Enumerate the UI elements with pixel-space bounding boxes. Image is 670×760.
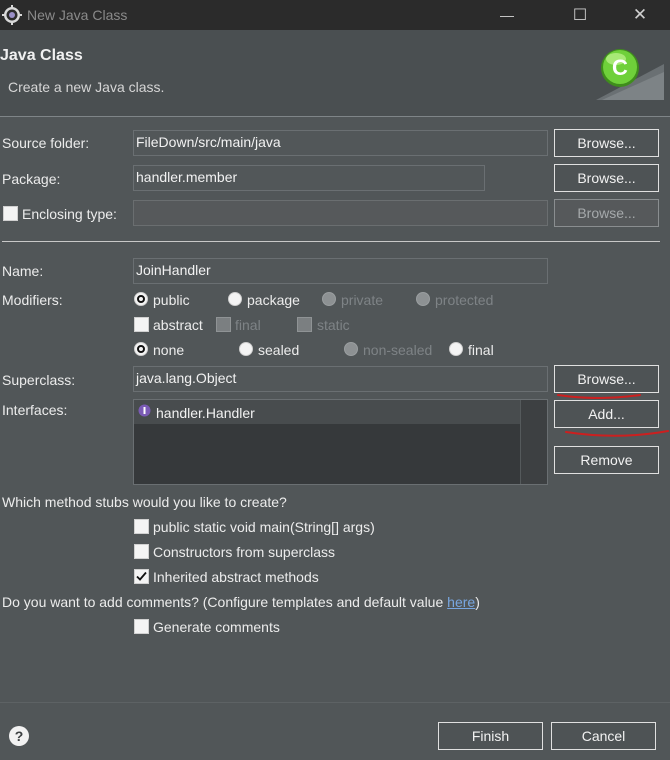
wizard-description: Create a new Java class. <box>8 79 165 95</box>
checkbox-static[interactable] <box>297 317 312 332</box>
interface-item-label: handler.Handler <box>156 405 255 421</box>
checkmark-icon <box>136 571 147 581</box>
checkbox-inherited-abstract[interactable] <box>134 569 149 584</box>
radio-none[interactable] <box>134 342 148 356</box>
checkbox-main-method[interactable] <box>134 519 149 534</box>
checkbox-abstract[interactable] <box>134 317 149 332</box>
logo-letter: C <box>612 55 628 80</box>
checkbox-inherited-abstract-label: Inherited abstract methods <box>153 569 319 585</box>
source-folder-input[interactable]: FileDown/src/main/java <box>133 130 548 156</box>
maximize-icon: ☐ <box>572 7 588 24</box>
checkbox-abstract-label: abstract <box>153 317 203 333</box>
package-label: Package: <box>2 171 61 187</box>
interfaces-label: Interfaces: <box>2 402 68 418</box>
source-folder-browse-button[interactable]: Browse... <box>554 129 659 157</box>
radio-sealed[interactable] <box>239 342 253 356</box>
method-stubs-question: Which method stubs would you like to cre… <box>2 494 287 510</box>
radio-package-label: package <box>247 292 300 308</box>
checkbox-constructors-label: Constructors from superclass <box>153 544 336 560</box>
superclass-label: Superclass: <box>2 372 76 388</box>
radio-public-label: public <box>153 292 190 308</box>
minimize-button[interactable]: — <box>484 0 530 30</box>
name-label: Name: <box>2 263 44 279</box>
package-input[interactable]: handler.member <box>133 165 485 191</box>
footer-separator <box>0 702 670 703</box>
eclipse-app-icon <box>2 5 22 25</box>
interface-icon <box>138 404 151 417</box>
checkbox-generate-comments-label: Generate comments <box>153 619 280 635</box>
comments-question: Do you want to add comments? (Configure … <box>2 594 480 610</box>
enclosing-type-browse-button[interactable]: Browse... <box>554 199 659 227</box>
enclosing-type-label: Enclosing type: <box>22 206 117 222</box>
source-folder-label: Source folder: <box>2 135 90 151</box>
close-button[interactable]: ✕ <box>617 0 663 30</box>
maximize-button[interactable]: ☐ <box>557 0 603 30</box>
radio-private-label: private <box>341 292 384 308</box>
finish-button[interactable]: Finish <box>438 722 543 750</box>
checkbox-constructors[interactable] <box>134 544 149 559</box>
java-class-logo-icon: C <box>596 49 664 100</box>
radio-protected-label: protected <box>435 292 494 308</box>
radio-final[interactable] <box>449 342 463 356</box>
checkbox-static-label: static <box>317 317 350 333</box>
checkbox-final[interactable] <box>216 317 231 332</box>
window-title: New Java Class <box>27 7 128 23</box>
interfaces-remove-button[interactable]: Remove <box>554 446 659 474</box>
radio-sealed-label: sealed <box>258 342 300 358</box>
class-name-input[interactable]: JoinHandler <box>133 258 548 284</box>
checkbox-main-method-label: public static void main(String[] args) <box>153 519 375 535</box>
enclosing-type-input[interactable] <box>133 200 548 226</box>
minimize-icon: — <box>500 7 514 23</box>
superclass-input[interactable]: java.lang.Object <box>133 366 548 392</box>
radio-final-label: final <box>468 342 494 358</box>
package-browse-button[interactable]: Browse... <box>554 164 659 192</box>
enclosing-type-checkbox[interactable] <box>3 206 18 221</box>
radio-non-sealed-label: non-sealed <box>363 342 433 358</box>
modifiers-label: Modifiers: <box>2 292 63 308</box>
close-icon: ✕ <box>632 5 648 24</box>
section-separator <box>2 241 660 242</box>
checkbox-generate-comments[interactable] <box>134 619 149 634</box>
help-icon[interactable]: ? <box>9 726 29 746</box>
radio-package[interactable] <box>228 292 242 306</box>
interfaces-list-scrollbar[interactable] <box>520 400 547 484</box>
radio-private[interactable] <box>322 292 336 306</box>
radio-public[interactable] <box>134 292 148 306</box>
header-separator <box>0 116 670 117</box>
wizard-header <box>0 30 670 116</box>
radio-non-sealed[interactable] <box>344 342 358 356</box>
checkbox-final-label: final <box>235 317 261 333</box>
red-annotation-strokes <box>557 394 669 437</box>
radio-none-label: none <box>153 342 185 358</box>
radio-protected[interactable] <box>416 292 430 306</box>
wizard-title: Java Class <box>0 47 83 64</box>
configure-templates-link[interactable]: here <box>447 594 475 610</box>
cancel-button[interactable]: Cancel <box>551 722 656 750</box>
